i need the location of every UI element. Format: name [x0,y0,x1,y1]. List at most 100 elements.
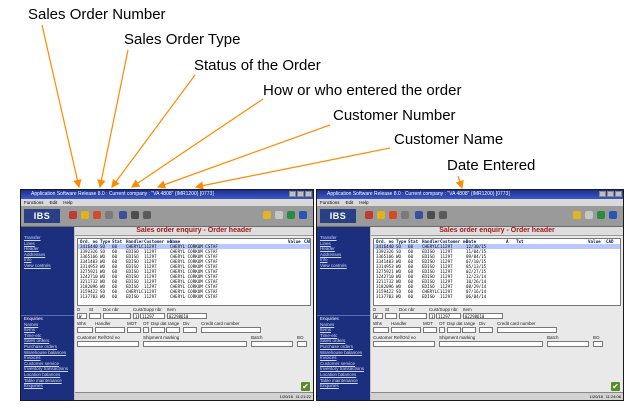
table-row[interactable]: 3137703 WO 60 EDISO 11297 CHERYL CORKUM CSTAF [78,294,310,299]
scissors-icon[interactable] [143,211,151,219]
settings-icon[interactable] [427,211,435,219]
no-entry-icon[interactable] [93,211,101,219]
handler-field[interactable] [391,327,421,333]
menu-edit[interactable]: Edit [50,199,58,206]
mot-field[interactable] [127,327,141,333]
credit-card-field[interactable] [497,327,557,333]
arrow-customer-name [194,147,391,190]
label-batch: Batch [251,335,263,340]
bo-field[interactable] [297,341,307,347]
status-date: 1/20/16 [589,394,603,399]
doc-nbr-field[interactable] [103,313,131,319]
document-icon[interactable] [275,211,283,219]
enquiry-link-enquiries[interactable]: Enquiries [21,383,74,389]
close-icon[interactable] [305,191,312,197]
folder-icon[interactable] [263,211,271,219]
item-field[interactable]: 02298610 [167,313,207,319]
credit-card-field[interactable] [201,327,261,333]
label-item: Item [167,307,176,312]
customer-ref-field[interactable] [77,341,139,347]
label-credit-card: Credit card number [497,321,536,326]
bo-field[interactable] [593,341,603,347]
menu-help[interactable]: Help [359,199,368,206]
dsp-date-from-field[interactable] [151,327,165,333]
batch-field[interactable] [547,341,589,347]
dsp-date-to-field[interactable] [166,327,180,333]
whs-field[interactable] [77,327,93,333]
tools-icon[interactable] [119,211,127,219]
excel-icon[interactable] [287,211,295,219]
callout-customer-number: Customer Number [333,107,456,124]
div-field[interactable] [183,327,197,333]
label-st: St [89,307,94,312]
minimize-icon[interactable] [599,191,606,197]
menu-edit[interactable]: Edit [346,199,354,206]
item-field[interactable]: 02298610 [463,313,503,319]
document-icon[interactable] [585,211,593,219]
menu-functions[interactable]: Functions [24,199,44,206]
tools-icon[interactable] [415,211,423,219]
label-dsp-dat-range: Dsp dat range [447,321,476,326]
window-title: Application Software Release 8.0 : Curre… [327,191,510,197]
menu-bar: Functions Edit Help [317,199,623,206]
batch-field[interactable] [251,341,293,347]
label-customer-ref: Customer Ref/Ord no [77,335,120,340]
cust-prefix-field[interactable]: 1 [429,313,435,319]
bulb-icon[interactable] [81,211,89,219]
status-time: 11:24:06 [605,394,621,399]
maximize-icon[interactable] [607,191,614,197]
stop-icon[interactable] [365,211,373,219]
enquiry-link-enquiries[interactable]: Enquiries [317,383,370,389]
no-entry-icon[interactable] [389,211,397,219]
bulb-icon[interactable] [377,211,385,219]
content-area: Transfer Lines Header Addresses Info Vie… [21,227,313,400]
close-icon[interactable] [615,191,622,197]
cust-supp-nbr-field[interactable]: 11297 [436,313,461,319]
d-field[interactable]: W [373,313,383,319]
dsp-date-to-field[interactable] [462,327,476,333]
word-icon[interactable] [299,211,307,219]
settings-icon[interactable] [131,211,139,219]
cust-supp-nbr-field[interactable]: 11297 [140,313,165,319]
ot-field[interactable] [143,327,149,333]
st-field[interactable] [385,313,397,319]
shipment-marking-field[interactable] [143,341,247,347]
mot-field[interactable] [423,327,437,333]
customer-ref-field[interactable] [373,341,435,347]
word-icon[interactable] [609,211,617,219]
printer-icon[interactable] [401,211,409,219]
window-titlebar: Application Software Release 8.0 : Curre… [21,190,313,199]
checkmark-icon[interactable]: ✔ [611,382,620,391]
content-area: Transfer Lines Header Addresses Info Vie… [317,227,623,400]
minimize-icon[interactable] [289,191,296,197]
printer-icon[interactable] [105,211,113,219]
ibs-logo: IBS [24,209,60,223]
doc-nbr-field[interactable] [399,313,427,319]
whs-field[interactable] [373,327,389,333]
d-field[interactable]: W [77,313,87,319]
order-grid[interactable]: Ord. no Type Stat Handler Customer no Name Val… [77,238,311,306]
st-field[interactable] [89,313,101,319]
cust-prefix-field[interactable]: 1 [133,313,139,319]
div-field[interactable] [479,327,493,333]
stop-icon[interactable] [69,211,77,219]
dsp-date-from-field[interactable] [447,327,461,333]
ot-field[interactable] [439,327,445,333]
checkmark-icon[interactable]: ✔ [301,382,310,391]
callout-sales-order-number: Sales Order Number [28,6,166,23]
label-handler: Handler [391,321,407,326]
main-panel: Sales order enquiry - Order header Ord. … [371,227,623,400]
handler-field[interactable] [95,327,125,333]
shipment-marking-field[interactable] [439,341,543,347]
label-shipment-marking: Shipment marking [439,335,476,340]
order-grid[interactable]: Ord. no Type Stat Handler Customer no Date A Tx… [373,238,621,306]
table-row[interactable]: 3137703 WO 60 EDISO 11297 06/04/14 [374,294,620,299]
scissors-icon[interactable] [439,211,447,219]
maximize-icon[interactable] [297,191,304,197]
menu-help[interactable]: Help [63,199,72,206]
folder-icon[interactable] [573,211,581,219]
enquiries-header: Enquiries [21,314,74,322]
excel-icon[interactable] [597,211,605,219]
grid-cell: EDISO [126,294,139,299]
menu-functions[interactable]: Functions [320,199,340,206]
